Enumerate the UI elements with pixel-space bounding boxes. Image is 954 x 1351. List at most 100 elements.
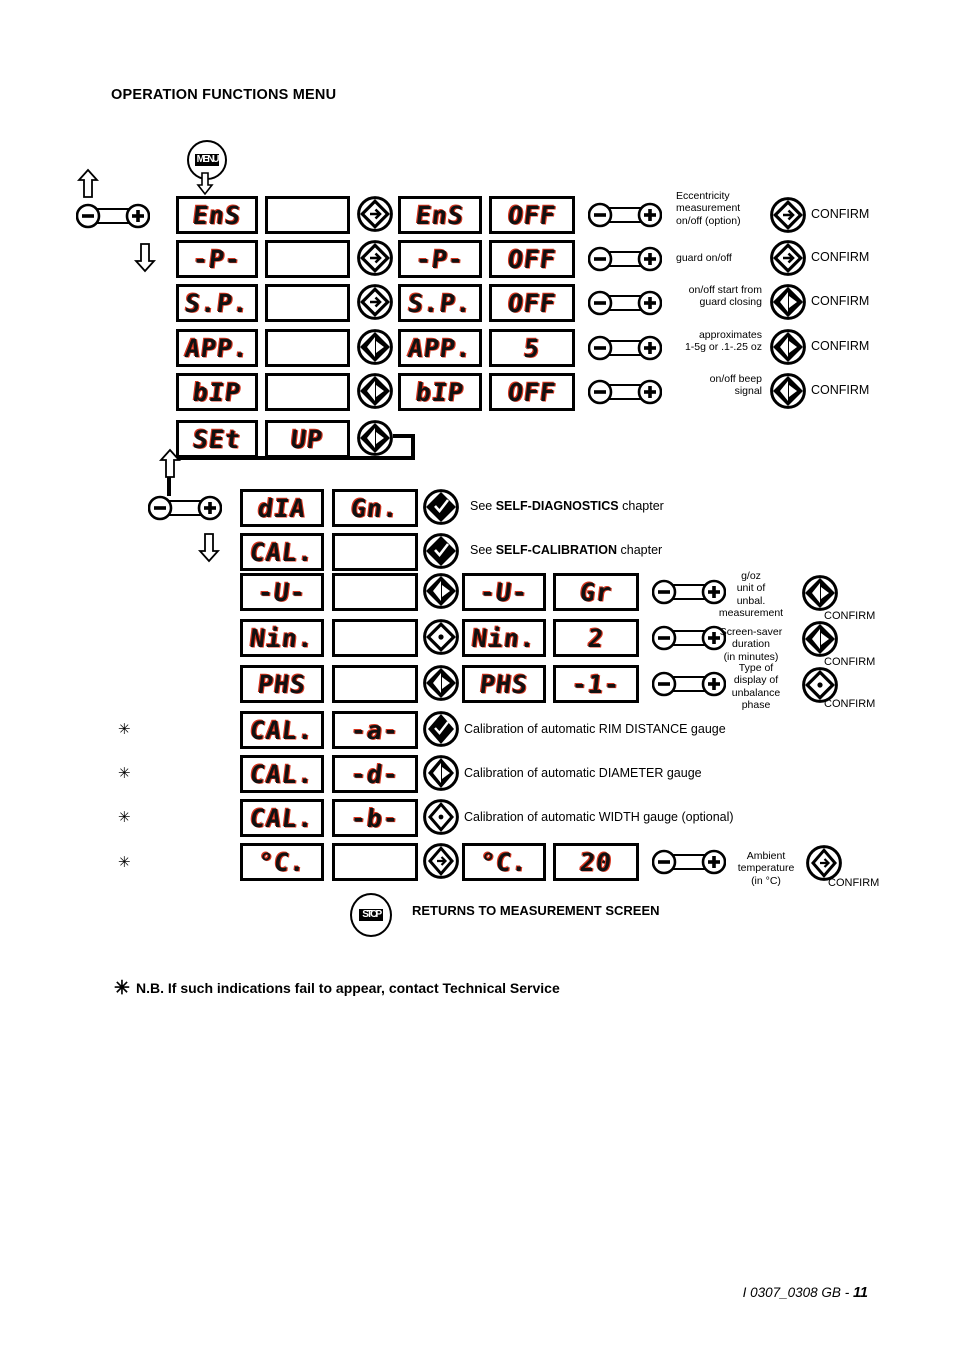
lcd-text: -1- <box>570 669 622 699</box>
lcd-display-right: Nin. <box>462 619 546 657</box>
adjust-rocker-switch[interactable] <box>148 495 222 521</box>
note-line: g/oz <box>741 570 761 582</box>
connector-line <box>167 456 415 460</box>
confirm-arrow-icon[interactable] <box>357 329 393 365</box>
confirm-arrow-icon[interactable] <box>802 621 838 657</box>
asterisk-marker: ✳ <box>114 978 130 999</box>
lcd-display-left: -P- <box>176 240 258 278</box>
lcd-text: OFF <box>506 200 558 230</box>
row-note: g/oz unit of unbal. measurement <box>703 570 799 620</box>
chapter-suffix: chapter <box>617 543 663 557</box>
confirm-arrow-icon[interactable] <box>770 329 806 365</box>
lcd-display-left: CAL. <box>240 711 324 749</box>
note-line: unbal. <box>736 594 766 607</box>
adjust-rocker-switch[interactable] <box>588 246 662 272</box>
lcd-text: Nin. <box>470 623 538 653</box>
confirm-arrow-icon[interactable] <box>423 843 459 879</box>
lcd-display-left-2: Gn. <box>332 489 418 527</box>
confirm-arrow-icon[interactable] <box>770 197 806 233</box>
lcd-display-right: °C. <box>462 843 546 881</box>
lcd-display-right: bIP <box>398 373 482 411</box>
confirm-arrow-icon[interactable] <box>770 240 806 276</box>
note-line: on/off start from <box>688 284 762 296</box>
chapter-prefix: See <box>470 499 496 513</box>
confirm-arrow-icon[interactable] <box>770 373 806 409</box>
adjust-rocker-switch[interactable] <box>652 849 726 875</box>
lcd-text: CAL. <box>248 803 316 833</box>
lcd-display-right: -P- <box>398 240 482 278</box>
confirm-label: CONFIRM <box>828 877 880 889</box>
lcd-text: dIA <box>256 493 308 523</box>
confirm-arrow-icon[interactable] <box>423 799 459 835</box>
lcd-display-value: 2 <box>553 619 639 657</box>
asterisk-marker: ✳ <box>118 809 131 826</box>
confirm-arrow-icon[interactable] <box>423 619 459 655</box>
lcd-text: -d- <box>349 759 401 789</box>
lcd-display-left: -U- <box>240 573 324 611</box>
lcd-text: -P- <box>414 244 466 274</box>
confirm-arrow-icon[interactable] <box>423 573 459 609</box>
lcd-display-left-2 <box>332 619 418 657</box>
confirm-arrow-icon[interactable] <box>423 711 459 747</box>
confirm-arrow-icon[interactable] <box>423 489 459 525</box>
lcd-display-left-2: -a- <box>332 711 418 749</box>
lcd-text: SEt <box>191 424 243 454</box>
note-line: guard closing <box>699 296 762 309</box>
arrow-down-icon <box>196 172 214 196</box>
confirm-label: CONFIRM <box>811 294 870 308</box>
confirm-arrow-icon[interactable] <box>806 845 842 881</box>
lcd-text: -U- <box>256 577 308 607</box>
note-line: on/off (option) <box>676 214 741 227</box>
chapter-reference: See SELF-DIAGNOSTICS chapter <box>470 499 664 513</box>
lcd-display-right: EnS <box>398 196 482 234</box>
confirm-arrow-icon[interactable] <box>802 575 838 611</box>
note-line: temperature <box>737 862 795 875</box>
lcd-display-left-2: -d- <box>332 755 418 793</box>
lcd-display-value: -1- <box>553 665 639 703</box>
asterisk-marker: ✳ <box>118 721 131 738</box>
confirm-arrow-icon[interactable] <box>423 755 459 791</box>
calibration-note: Calibration of automatic WIDTH gauge (op… <box>464 810 734 824</box>
page-number: 11 <box>852 1285 868 1301</box>
page-title: OPERATION FUNCTIONS MENU <box>111 87 337 103</box>
note-line: phase <box>741 699 771 712</box>
lcd-display-left-2 <box>265 284 350 322</box>
calibration-note: Calibration of automatic RIM DISTANCE ga… <box>464 722 726 736</box>
lcd-text: -P- <box>191 244 243 274</box>
row-note: approximates 1-5g or .1-.25 oz <box>652 329 762 354</box>
stop-button[interactable]: STOP <box>350 893 392 937</box>
note-line: approximates <box>698 329 762 341</box>
confirm-arrow-icon[interactable] <box>357 284 393 320</box>
note-line: Ambient <box>746 850 786 862</box>
lcd-display-right: APP. <box>398 329 482 367</box>
lcd-display-left-2: -b- <box>332 799 418 837</box>
lcd-display-left-2 <box>332 533 418 571</box>
lcd-text: -b- <box>349 803 401 833</box>
adjust-rocker-switch[interactable] <box>588 335 662 361</box>
confirm-arrow-icon[interactable] <box>357 420 393 456</box>
chapter-prefix: See <box>470 543 496 557</box>
confirm-arrow-icon[interactable] <box>357 196 393 232</box>
arrow-up-icon <box>159 448 181 478</box>
lcd-display-left: PHS <box>240 665 324 703</box>
lcd-display-left-2 <box>332 843 418 881</box>
confirm-arrow-icon[interactable] <box>357 240 393 276</box>
lcd-text: 5 <box>522 333 542 363</box>
adjust-rocker-switch[interactable] <box>588 379 662 405</box>
adjust-rocker-switch[interactable] <box>76 203 150 229</box>
asterisk-marker: ✳ <box>118 765 131 782</box>
confirm-label: CONFIRM <box>811 207 870 221</box>
lcd-display-left: APP. <box>176 329 258 367</box>
confirm-arrow-icon[interactable] <box>770 284 806 320</box>
adjust-rocker-switch[interactable] <box>588 290 662 316</box>
adjust-rocker-switch[interactable] <box>588 202 662 228</box>
lcd-display-left-2 <box>265 196 350 234</box>
confirm-arrow-icon[interactable] <box>357 373 393 409</box>
lcd-text: -a- <box>349 715 401 745</box>
lcd-text: CAL. <box>248 715 316 745</box>
note-line: unbalance <box>731 686 781 699</box>
confirm-arrow-icon[interactable] <box>423 533 459 569</box>
lcd-text: CAL. <box>248 759 316 789</box>
arrow-down-icon <box>134 243 156 273</box>
confirm-arrow-icon[interactable] <box>423 665 459 701</box>
